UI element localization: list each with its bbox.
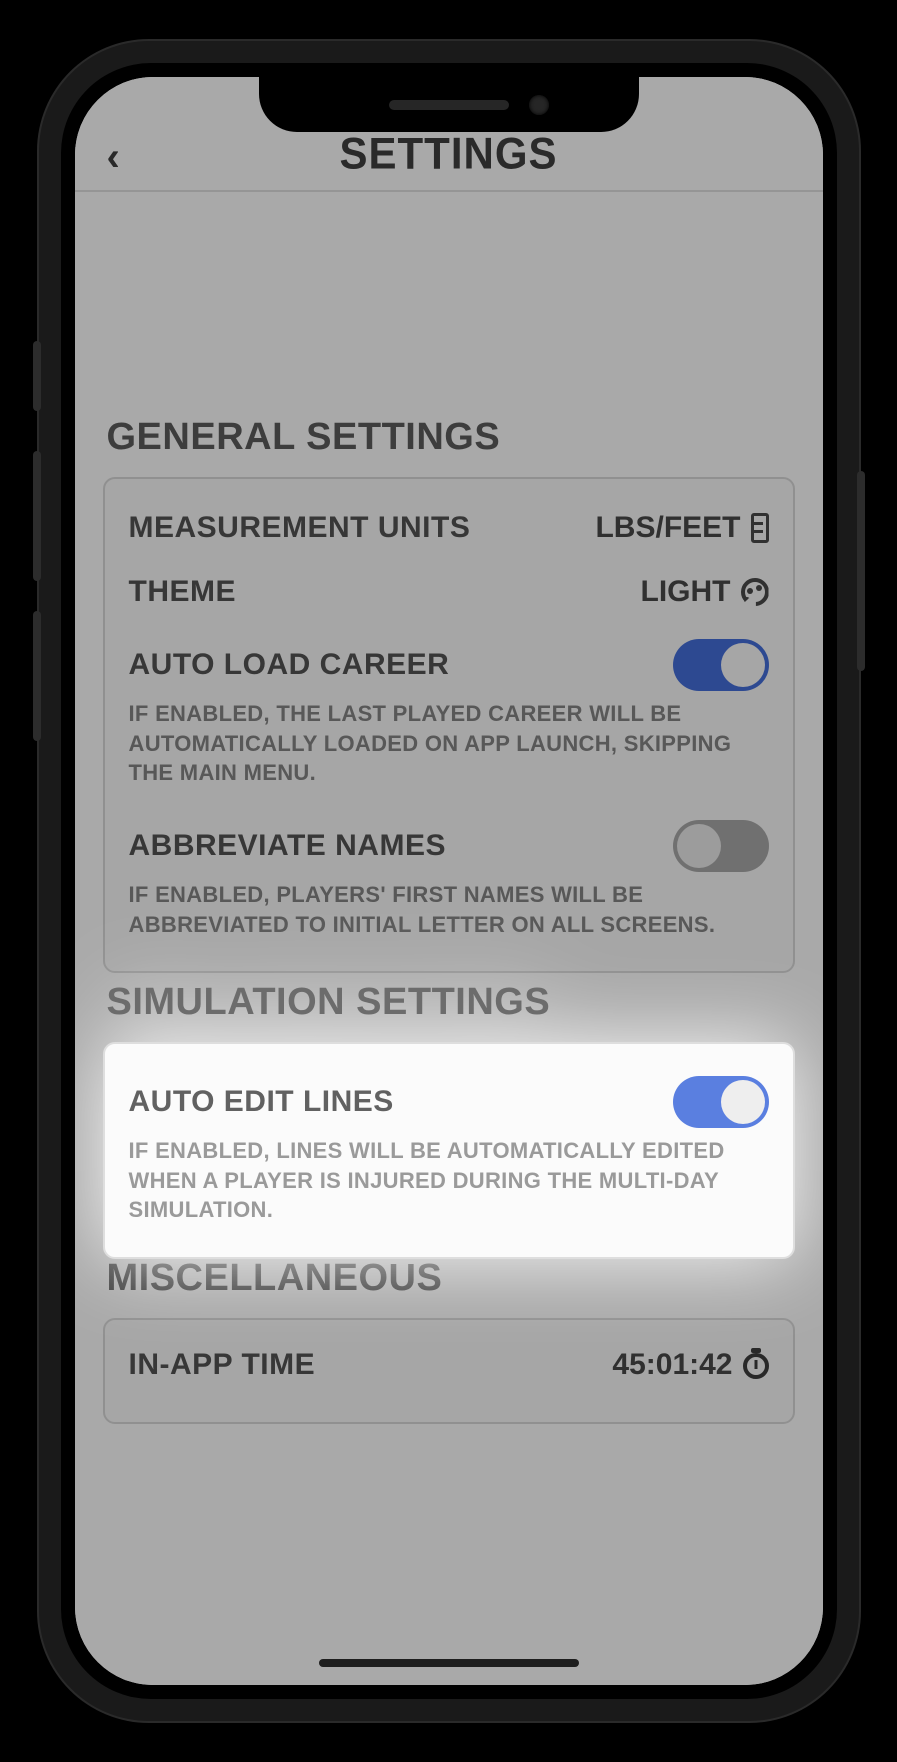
auto-load-career-row: AUTO LOAD CAREER [129,617,769,699]
measurement-units-value: LBS/FEET [595,511,740,545]
front-camera [529,95,549,115]
back-button[interactable]: ‹ [107,135,120,180]
measurement-units-row[interactable]: MEASUREMENT UNITS LBS/FEET [129,489,769,553]
screen: ‹ SETTINGS GENERAL SETTINGS MEASUREMENT … [75,77,823,1685]
theme-label: THEME [129,575,237,609]
top-spacer [103,192,795,392]
home-indicator[interactable] [319,1659,579,1667]
auto-load-career-desc: IF ENABLED, THE LAST PLAYED CAREER WILL … [129,699,769,798]
misc-card: IN-APP TIME 45:01:42 [103,1318,795,1424]
auto-load-career-label: AUTO LOAD CAREER [129,648,450,682]
phone-frame: ‹ SETTINGS GENERAL SETTINGS MEASUREMENT … [39,41,859,1721]
general-settings-title: GENERAL SETTINGS [107,416,791,459]
general-settings-card: MEASUREMENT UNITS LBS/FEET THEME LIGHT [103,477,795,973]
simulation-highlight: SIMULATION SETTINGS AUTO EDIT LINES IF E… [103,957,795,1259]
measurement-units-label: MEASUREMENT UNITS [129,511,471,545]
abbreviate-names-row: ABBREVIATE NAMES [129,798,769,880]
volume-up-button [33,451,41,581]
mute-switch [33,341,41,411]
page-title: SETTINGS [339,128,557,178]
simulation-settings-title: SIMULATION SETTINGS [107,981,791,1024]
content-scroll[interactable]: GENERAL SETTINGS MEASUREMENT UNITS LBS/F… [75,192,823,1685]
auto-edit-lines-label: AUTO EDIT LINES [129,1085,394,1119]
ruler-icon [751,513,769,543]
phone-inner: ‹ SETTINGS GENERAL SETTINGS MEASUREMENT … [61,63,837,1699]
in-app-time-value: 45:01:42 [612,1348,732,1382]
volume-down-button [33,611,41,741]
in-app-time-label: IN-APP TIME [129,1348,316,1382]
auto-edit-lines-row: AUTO EDIT LINES [129,1054,769,1136]
auto-edit-lines-toggle[interactable] [673,1076,769,1128]
auto-edit-lines-desc: IF ENABLED, LINES WILL BE AUTOMATICALLY … [129,1136,769,1235]
stopwatch-icon [743,1353,769,1379]
speaker-grill [389,100,509,110]
settings-page: ‹ SETTINGS GENERAL SETTINGS MEASUREMENT … [75,77,823,1685]
theme-value: LIGHT [641,575,731,609]
theme-row[interactable]: THEME LIGHT [129,553,769,617]
abbreviate-names-toggle[interactable] [673,820,769,872]
abbreviate-names-label: ABBREVIATE NAMES [129,829,446,863]
auto-load-career-toggle[interactable] [673,639,769,691]
misc-title: MISCELLANEOUS [107,1257,791,1300]
in-app-time-row: IN-APP TIME 45:01:42 [129,1330,769,1400]
notch [259,77,639,132]
abbreviate-names-desc: IF ENABLED, PLAYERS' FIRST NAMES WILL BE… [129,880,769,949]
power-button [857,471,865,671]
palette-icon [741,578,769,606]
simulation-settings-card: AUTO EDIT LINES IF ENABLED, LINES WILL B… [103,1042,795,1259]
